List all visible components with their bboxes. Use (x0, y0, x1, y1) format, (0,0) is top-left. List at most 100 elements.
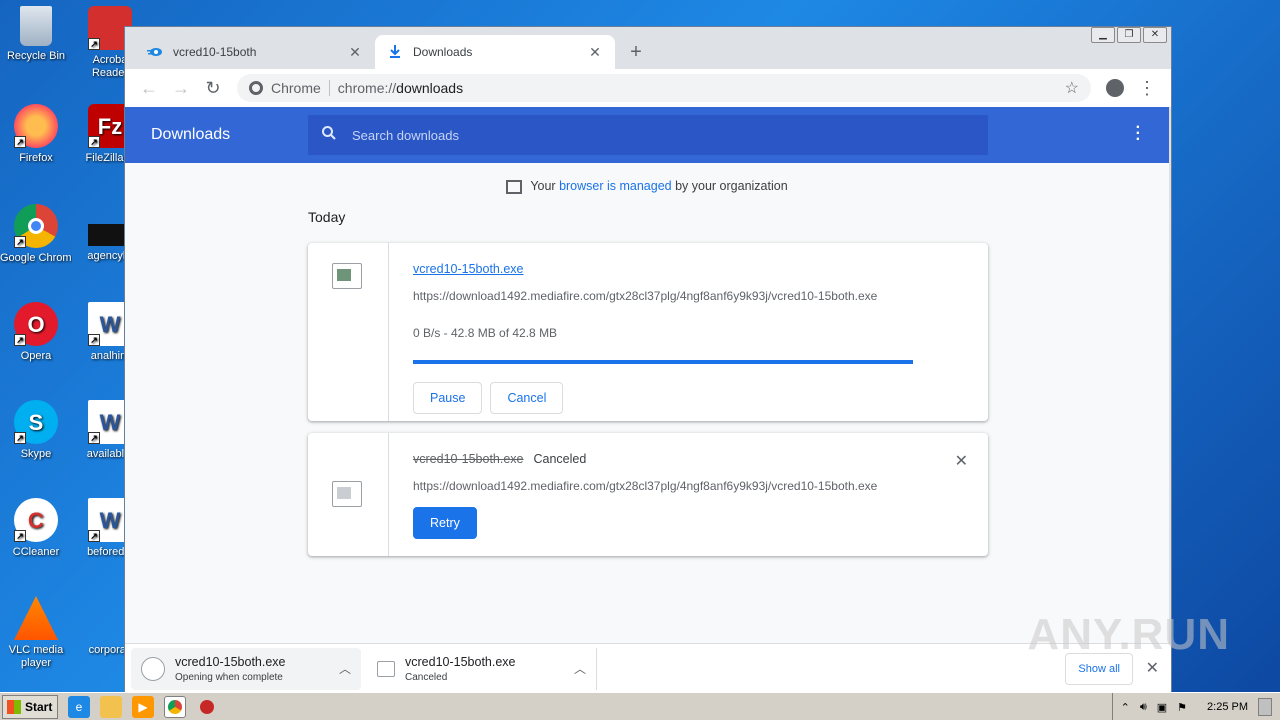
download-item: vcred10-15both.exe Canceled https://downl… (308, 433, 988, 556)
download-item-body: vcred10-15both.exe Canceled https://downl… (413, 433, 964, 539)
file-icon-column (308, 243, 389, 421)
search-icon (322, 126, 336, 144)
url-text: chrome://downloads (338, 80, 1065, 96)
tab-strip: vcred10-15both ✕ Downloads ✕ + (125, 35, 1171, 69)
system-tray: ⌃ 🔊︎ ▣ ⚑ 2:25 PM (1111, 693, 1280, 720)
section-heading-today: Today (308, 209, 346, 225)
pause-button[interactable]: Pause (413, 382, 483, 414)
vlc-cone-icon (14, 596, 58, 640)
forward-icon[interactable]: → (165, 74, 197, 102)
opera-icon: O ↗ (14, 302, 58, 346)
show-desktop-button[interactable] (1258, 698, 1272, 716)
tab-close-icon[interactable]: ✕ (347, 44, 363, 61)
mediafire-icon (147, 44, 163, 60)
chevron-up-icon[interactable]: ︿ (574, 660, 586, 677)
download-filename: vcred10-15both.exe (413, 452, 524, 466)
media-player-icon[interactable]: ▶ (132, 695, 154, 718)
shelf-item-text: vcred10-15both.exe Opening when complete (175, 655, 339, 683)
ccleaner-icon: C ↗ (14, 498, 58, 542)
profile-icon[interactable] (1099, 74, 1131, 102)
shelf-item[interactable]: vcred10-15both.exe Opening when complete… (131, 647, 361, 690)
tab-vcred[interactable]: vcred10-15both ✕ (135, 35, 375, 69)
clock[interactable]: 2:25 PM (1207, 701, 1248, 713)
opera-shortcut[interactable]: O ↗ Opera (0, 302, 72, 363)
progress-text: 0 B/s - 42.8 MB of 42.8 MB (413, 326, 558, 340)
desktop-icon-label: VLC media player (8, 644, 64, 669)
shelf-status: Canceled (405, 671, 448, 683)
downloads-page: Downloads Search downloads · · · Your brow… (125, 107, 1169, 693)
back-icon[interactable]: ← (133, 74, 165, 102)
reload-icon[interactable]: ↻ (197, 74, 229, 102)
taskbar: Start e ▶ ⌃ 🔊︎ ▣ ⚑ 2:25 PM (0, 692, 1280, 720)
recycle-bin-icon (20, 6, 52, 46)
shelf-item-text: vcred10-15both.exe Canceled (405, 655, 574, 683)
bookmark-star-icon[interactable]: ☆ (1065, 78, 1079, 98)
chrome-icon: ↗ (14, 204, 58, 248)
download-url[interactable]: https://download1492.mediafire.com/gtx28… (413, 289, 913, 303)
exe-file-icon (377, 660, 395, 677)
close-shelf-icon[interactable]: ✕ (1146, 658, 1159, 678)
chrome-shortcut[interactable]: ↗ Google Chrome (0, 204, 72, 265)
shelf-filename: vcred10-15both.exe (405, 654, 516, 669)
retry-button[interactable]: Retry (413, 507, 477, 539)
download-progress-bar (413, 360, 913, 364)
managed-notice: Your browser is managed by your organiza… (125, 179, 1169, 194)
shelf-status: Opening when complete (175, 671, 283, 683)
vlc-shortcut[interactable]: VLC media player (0, 596, 72, 670)
tab-downloads[interactable]: Downloads ✕ (375, 35, 615, 69)
ie-icon[interactable]: e (68, 695, 90, 718)
network-icon[interactable]: ▣ (1157, 701, 1167, 714)
chrome-menu-icon[interactable]: ⋮ (1131, 74, 1163, 102)
firefox-icon: ↗ (14, 104, 58, 148)
windows-flag-icon (7, 699, 21, 714)
skype-icon: S ↗ (14, 400, 58, 444)
tab-title: Downloads (413, 45, 473, 59)
exe-file-icon (332, 481, 362, 507)
more-actions-icon[interactable]: · · · (1136, 120, 1141, 148)
flag-icon[interactable]: ⚑ (1177, 701, 1187, 714)
managed-prefix: Your (530, 179, 560, 193)
explorer-folder-icon[interactable] (100, 695, 122, 718)
managed-suffix: by your organization (671, 179, 788, 193)
omnibox-separator (328, 80, 330, 96)
download-url[interactable]: https://download1492.mediafire.com/gtx28… (413, 479, 913, 493)
chrome-page-icon (249, 81, 263, 95)
start-button[interactable]: Start (2, 694, 58, 719)
firefox-shortcut[interactable]: ↗ Firefox (0, 104, 72, 165)
managed-link[interactable]: browser is managed (559, 179, 672, 193)
volume-icon[interactable]: 🔊︎ (1140, 701, 1147, 714)
exe-file-icon (141, 656, 165, 681)
anyrun-watermark: ANY.RUN (1027, 610, 1230, 659)
site-label: Chrome (271, 80, 321, 96)
browser-toolbar: ← → ↻ Chrome chrome://downloads ☆ ⋮ (125, 69, 1171, 107)
tray-expand-icon[interactable]: ⌃ (1121, 701, 1130, 714)
download-filename-link[interactable]: vcred10-15both.exe (413, 262, 524, 276)
address-bar[interactable]: Chrome chrome://downloads ☆ (237, 74, 1091, 102)
recycle-bin-shortcut[interactable]: Recycle Bin (0, 6, 72, 63)
download-item: vcred10-15both.exe https://download1492.… (308, 243, 988, 421)
tab-title: vcred10-15both (173, 45, 257, 59)
chrome-window: ▁ ❐ ✕ vcred10-15both ✕ Downloads ✕ + ← →… (124, 26, 1172, 693)
ccleaner-shortcut[interactable]: C ↗ CCleaner (0, 498, 72, 559)
download-item-body: vcred10-15both.exe https://download1492.… (413, 243, 964, 414)
cancel-button[interactable]: Cancel (490, 382, 564, 414)
shelf-item[interactable]: vcred10-15both.exe Canceled ︿ (367, 647, 597, 690)
new-tab-button[interactable]: + (625, 41, 647, 63)
stop-icon[interactable] (196, 696, 218, 718)
building-icon (506, 179, 523, 194)
desktop-icon-label: CCleaner (12, 546, 60, 558)
exe-file-icon (332, 263, 362, 289)
remove-item-icon[interactable]: ✕ (955, 451, 968, 471)
chrome-taskbar-icon[interactable] (164, 695, 186, 718)
download-status: Canceled (533, 452, 587, 466)
start-label: Start (25, 699, 53, 714)
skype-shortcut[interactable]: S ↗ Skype (0, 400, 72, 461)
chevron-up-icon[interactable]: ︿ (339, 660, 351, 677)
search-downloads-input[interactable]: Search downloads (308, 115, 988, 155)
url-host: downloads (396, 80, 464, 96)
tab-close-icon[interactable]: ✕ (587, 44, 603, 61)
desktop-icon-label: Recycle Bin (6, 50, 66, 62)
desktop-icon-label: Google Chrome (0, 252, 72, 264)
shelf-filename: vcred10-15both.exe (175, 654, 286, 669)
search-placeholder: Search downloads (352, 127, 459, 143)
